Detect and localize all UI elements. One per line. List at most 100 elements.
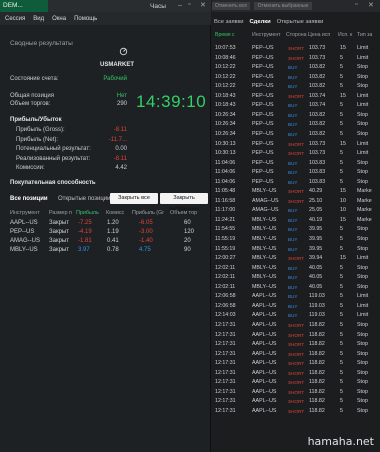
table-row[interactable]: 11:16:58 AMAG--US SHORT 25.10 10 Marke [212,197,380,207]
menu-windows[interactable]: Окна [52,16,66,22]
cell-t: 11:04:06 [215,159,236,166]
cell-t: 10:26:34 [215,121,236,128]
table-row[interactable]: 12:02:11 MBLY--US BUY 40.05 5 Stop [212,283,380,293]
tab-trades[interactable]: Сделки [249,19,270,25]
menu-bar: Сессия Вид Окна Помощь [0,12,211,25]
table-row[interactable]: 10:12:22 PEP--US BUY 103.82 5 Stop [212,73,380,83]
clock: 14:39:10 [136,92,207,111]
cancel-all-button[interactable]: Отменить все [212,2,250,10]
cell-q: 15 [340,92,346,99]
table-row[interactable]: 12:14:03 AAPL--US BUY 119.03 5 Limit [212,311,380,321]
col-type[interactable]: Тип за [357,32,372,38]
table-row[interactable]: 10:26:34 PEP--US BUY 103.82 5 Stop [212,120,380,130]
cell-q: 5 [340,83,343,90]
table-row[interactable]: 10:18:43 PEP--US BUY 103.74 5 Limit [212,101,380,111]
table-row[interactable]: 10:26:34 PEP--US BUY 103.82 5 Stop [212,130,380,140]
cell-side: BUY [288,170,298,176]
cell-t: 12:17:31 [215,407,236,414]
table-row[interactable]: 11:04:06 PEP--US BUY 103.83 5 Stop [212,159,380,169]
table-row[interactable]: 12:17:31 AAPL--US SHORT 118.82 5 Stop [212,321,380,331]
table-row[interactable]: 11:17:00 AMAG--US BUY 25.05 10 Marke [212,206,380,216]
table-row[interactable]: 10:18:43 PEP--US SHORT 103.74 15 Limit [212,92,380,102]
table-row[interactable]: 10:12:22 PEP--US BUY 103.82 5 Stop [212,63,380,73]
table-row[interactable]: 12:17:31 AAPL--US SHORT 118.82 5 Stop [212,340,380,350]
table-row[interactable]: 12:17:31 AAPL--US SHORT 118.82 5 Stop [212,331,380,341]
cell-q: 5 [340,245,343,252]
col-commission[interactable]: Комисс [106,210,124,216]
table-row[interactable]: 12:17:31 AAPL--US SHORT 118.82 5 Stop [212,369,380,379]
tab-open-orders[interactable]: Открытые заявки [277,19,324,25]
window-min-icon[interactable]: – [178,2,182,9]
col-instrument[interactable]: Инструмент [10,210,40,216]
cell-s: PEP--US [252,45,274,51]
col-side[interactable]: Сторона [286,32,306,38]
table-row[interactable]: 10:30:13 PEP--US SHORT 103.73 5 Limit [212,149,380,159]
tab-open-positions[interactable]: Открытые позиции [58,196,111,202]
col-size[interactable]: Размер п [49,210,72,216]
cell-p: 103.73 [309,140,326,147]
window-max-icon[interactable]: ▫ [188,1,190,8]
cell-t: 12:02:11 [215,264,236,271]
tab-all-orders[interactable]: Все заявки [214,19,243,25]
cell-type: Stop [357,111,368,118]
table-row[interactable]: 11:04:06 PEP--US BUY 103.83 5 Stop [212,168,380,178]
col-volume[interactable]: Объем тор [170,210,197,216]
cell-t: 10:26:34 [215,111,236,118]
table-row[interactable]: 12:17:31 AAPL--US SHORT 118.82 5 Stop [212,359,380,369]
close-all-button[interactable]: Закрыть все [110,193,158,204]
cell-p: 39.95 [309,245,323,252]
col-qty[interactable]: Исп. к [338,32,352,38]
table-row[interactable]: 10:07:53 PEP--US SHORT 103.73 15 Limit [212,44,380,54]
cell-type: Limit [357,302,369,309]
settings-icon[interactable] [119,47,128,56]
col-profit[interactable]: Прибыль [76,210,99,216]
col-price[interactable]: Цена исп [308,32,330,38]
cancel-selected-button[interactable]: Отменить выбранные [254,2,312,10]
cell-comm: 0.41 [107,238,119,244]
table-row[interactable]: 10:26:34 PEP--US BUY 103.82 5 Stop [212,111,380,121]
cell-s: AAPL--US [252,379,277,386]
trade-volume-value: 290 [116,101,127,107]
table-row[interactable]: 11:24:21 MBLY--US BUY 40.19 15 Marke [212,216,380,226]
cell-s: AAPL--US [252,360,277,367]
cell-t: 12:06:58 [215,293,236,300]
table-row[interactable]: 10:12:22 PEP--US BUY 103.82 5 Stop [212,82,380,92]
table-row[interactable]: 12:02:11 MBLY--US BUY 40.05 5 Stop [212,273,380,283]
cell-t: 12:02:11 [215,274,236,281]
table-row[interactable]: 12:00:27 MBLY--US SHORT 39.94 15 Limit [212,254,380,264]
window-title[interactable]: DEM... [0,0,48,12]
cell-q: 5 [340,111,343,118]
menu-session[interactable]: Сессия [5,16,25,22]
cell-side: BUY [288,217,298,223]
col-symbol[interactable]: Инструмент [252,32,281,38]
table-row[interactable]: 11:55:19 MBLY--US BUY 39.95 5 Stop [212,245,380,255]
table-row[interactable]: 11:54:55 MBLY--US BUY 39.95 5 Stop [212,225,380,235]
window-close-icon[interactable]: ✕ [200,1,206,9]
table-row[interactable]: 12:17:31 AAPL--US SHORT 118.82 5 Stop [212,350,380,360]
table-row[interactable]: 11:55:19 MBLY--US BUY 39.95 5 Stop [212,235,380,245]
menu-help[interactable]: Помощь [74,16,97,22]
table-row[interactable]: 11:04:06 PEP--US BUY 103.83 5 Stop [212,178,380,188]
table-row[interactable]: 10:30:13 PEP--US SHORT 103.73 15 Limit [212,140,380,150]
cell-p: 118.82 [309,369,325,376]
menu-view[interactable]: Вид [33,16,44,22]
table-row[interactable]: 12:02:11 MBLY--US BUY 40.05 5 Stop [212,264,380,274]
right-min-icon[interactable]: ▫ [355,1,357,8]
table-row[interactable]: 12:06:58 AAPL--US BUY 119.03 5 Limit [212,302,380,312]
table-row[interactable]: 12:17:31 AAPL--US SHORT 118.82 5 Stop [212,407,380,417]
col-gross[interactable]: Прибыль (Gr [132,210,164,216]
cell-s: MBLY--US [252,188,277,195]
table-row[interactable]: 10:08:46 PEP--US SHORT 103.73 5 Limit [212,54,380,64]
tab-all-positions[interactable]: Все позиции [10,196,48,202]
cell-s: AAPL--US [252,331,277,338]
table-row[interactable]: 12:17:31 AAPL--US SHORT 118.82 5 Stop [212,397,380,407]
cell-profit: -4.19 [78,229,92,235]
table-row[interactable]: 12:17:31 AAPL--US SHORT 118.82 5 Stop [212,378,380,388]
table-row[interactable]: 12:17:31 AAPL--US SHORT 118.82 5 Stop [212,388,380,398]
cell-side: SHORT [288,55,304,61]
table-row[interactable]: 12:06:58 AAPL--US BUY 119.03 5 Limit [212,292,380,302]
right-close-icon[interactable]: ✕ [368,1,374,9]
table-row[interactable]: 11:05:48 MBLY--US SHORT 40.29 15 Marke [212,187,380,197]
close-selected-button[interactable]: Закрыть выбранные [160,193,208,212]
col-time[interactable]: Время с [215,32,235,38]
